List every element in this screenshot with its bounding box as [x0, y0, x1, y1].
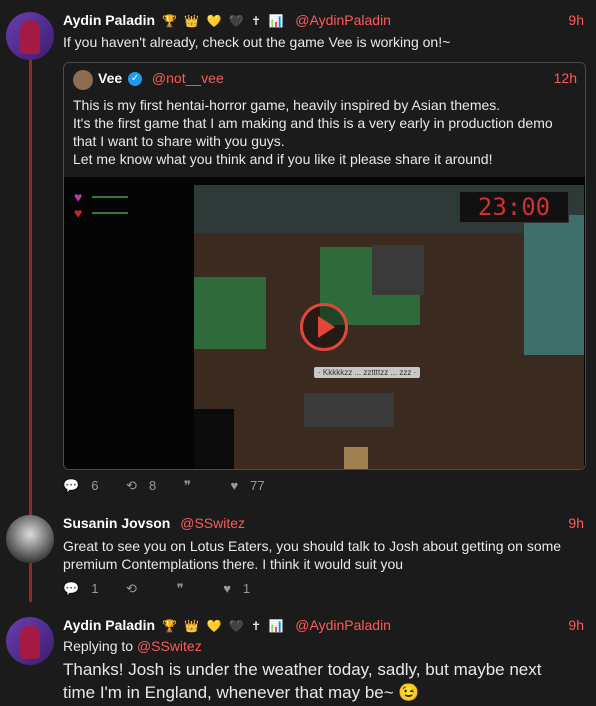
user-handle[interactable]: @not__vee: [152, 70, 224, 86]
reply-icon: 💬: [63, 478, 80, 493]
timestamp[interactable]: 9h: [568, 617, 584, 633]
heart-red-icon: ♥: [74, 205, 83, 221]
like-button[interactable]: ♥ 1: [223, 581, 262, 596]
like-count: 1: [242, 581, 251, 596]
reply-button[interactable]: 💬 6: [63, 478, 110, 493]
timestamp[interactable]: 9h: [568, 12, 584, 28]
wall-clock: 23:00: [459, 191, 569, 223]
display-name[interactable]: Susanin Jovson: [63, 515, 170, 531]
game-scene: [194, 185, 584, 469]
retweet-button[interactable]: ⟲ 8: [126, 478, 168, 493]
tweet-header: Aydin Paladin 🏆 👑 💛 🖤 ✝ 📊 @AydinPaladin: [63, 12, 391, 28]
display-name[interactable]: Aydin Paladin: [63, 12, 155, 28]
like-count: 77: [250, 478, 265, 493]
retweet-button[interactable]: ⟲: [126, 581, 161, 596]
tweet-text: Thanks! Josh is under the weather today,…: [63, 658, 588, 704]
badge-icons: 🏆 👑 💛 🖤 ✝ 📊: [161, 14, 286, 28]
tweet-3[interactable]: Aydin Paladin 🏆 👑 💛 🖤 ✝ 📊 @AydinPaladin …: [0, 605, 596, 706]
like-icon: ♥: [230, 478, 239, 493]
display-name[interactable]: Vee: [98, 70, 122, 86]
text-line: This is my first hentai-horror game, hea…: [73, 97, 501, 113]
replying-to: Replying to @SSwitez: [63, 637, 202, 655]
retweet-icon: ⟲: [126, 581, 137, 596]
text-line: Great to see you on Lotus Eaters, you sh…: [63, 538, 562, 554]
text-line: Thanks! Josh is under the weather today,…: [63, 660, 542, 679]
doorway: [344, 447, 368, 469]
text-line: It's the first game that I am making and…: [73, 115, 553, 131]
verified-icon: ✓: [128, 72, 143, 87]
doorway: [194, 409, 234, 469]
bed: [372, 245, 424, 295]
like-button[interactable]: ♥ 77: [230, 478, 276, 493]
video-thumbnail[interactable]: ♥ ♥ 23:00 · Kkkkkzz ... zzttttzz ... zzz…: [64, 177, 585, 469]
green-rug: [194, 277, 266, 349]
user-handle[interactable]: @SSwitez: [180, 515, 245, 531]
tweet-actions: 💬 6 ⟲ 8 ❞ ♥ 77: [63, 478, 289, 494]
tweet-actions: 💬 1 ⟲ ❞ ♥ 1: [63, 581, 274, 597]
tweet-text: If you haven't already, check out the ga…: [63, 34, 451, 50]
quote-icon: ❞: [183, 478, 191, 493]
tweet-header: Aydin Paladin 🏆 👑 💛 🖤 ✝ 📊 @AydinPaladin: [63, 617, 391, 633]
speech-bubble: · Kkkkkzz ... zzttttzz ... zzz ·: [314, 367, 421, 378]
text-line: time I'm in England, whenever that may b…: [63, 683, 420, 702]
tile-floor: [524, 215, 584, 355]
tweet-1[interactable]: Aydin Paladin 🏆 👑 💛 🖤 ✝ 📊 @AydinPaladin …: [0, 0, 596, 500]
timestamp[interactable]: 12h: [554, 70, 577, 86]
quoted-tweet[interactable]: Vee ✓ @not__vee 12h This is my first hen…: [63, 62, 586, 470]
quote-icon: ❞: [176, 581, 184, 596]
text-line: Let me know what you think and if you li…: [73, 151, 493, 167]
text-line: that I want to share with you guys.: [73, 133, 285, 149]
user-handle[interactable]: @AydinPaladin: [295, 12, 391, 28]
tweet-text: Great to see you on Lotus Eaters, you sh…: [63, 537, 583, 573]
replying-to-handle[interactable]: @SSwitez: [137, 638, 202, 654]
avatar[interactable]: [6, 12, 54, 60]
replying-to-label: Replying to: [63, 638, 134, 654]
reply-count: 6: [91, 478, 99, 493]
quote-button[interactable]: ❞: [177, 581, 208, 596]
quote-button[interactable]: ❞: [184, 478, 215, 493]
avatar[interactable]: [6, 515, 54, 563]
reply-count: 1: [91, 581, 99, 596]
like-icon: ♥: [223, 581, 231, 596]
display-name[interactable]: Aydin Paladin: [63, 617, 155, 633]
quoted-header: Vee ✓ @not__vee: [98, 70, 224, 87]
text-line: premium Contemplations there. I think it…: [63, 556, 404, 572]
user-handle[interactable]: @AydinPaladin: [295, 617, 391, 633]
timestamp[interactable]: 9h: [568, 515, 584, 531]
health-bar: [92, 196, 128, 198]
play-icon[interactable]: [300, 303, 348, 351]
quoted-text: This is my first hentai-horror game, hea…: [73, 96, 578, 168]
desk: [304, 393, 394, 427]
retweet-count: 8: [148, 478, 157, 493]
reply-button[interactable]: 💬 1: [63, 581, 110, 596]
reply-icon: 💬: [63, 581, 80, 596]
stamina-bar: [92, 212, 128, 214]
retweet-icon: ⟲: [126, 478, 137, 493]
tweet-2[interactable]: Susanin Jovson @SSwitez 9h Great to see …: [0, 505, 596, 600]
badge-icons: 🏆 👑 💛 🖤 ✝ 📊: [161, 619, 286, 633]
heart-purple-icon: ♥: [74, 189, 83, 205]
avatar[interactable]: [6, 617, 54, 665]
tweet-header: Susanin Jovson @SSwitez: [63, 515, 245, 531]
avatar[interactable]: [73, 70, 93, 90]
